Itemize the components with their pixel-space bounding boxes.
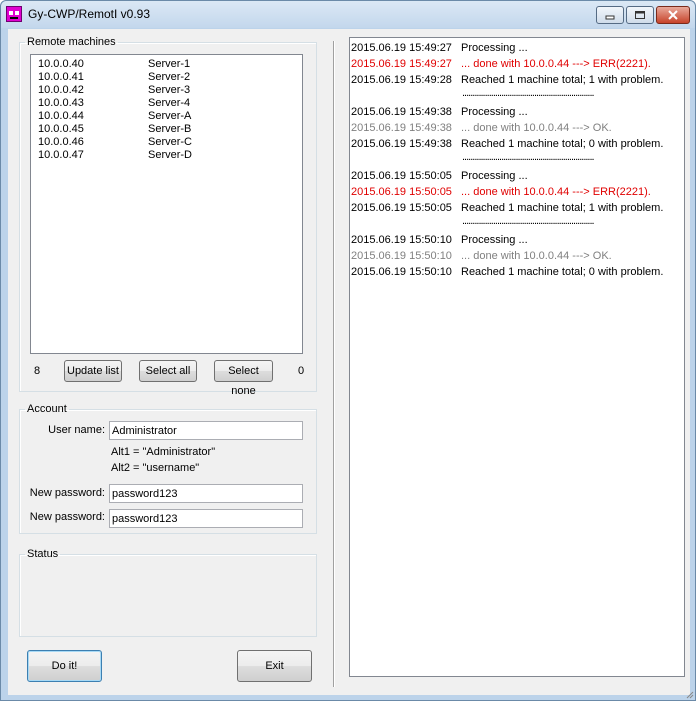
select-all-button[interactable]: Select all bbox=[139, 360, 197, 382]
log-message: ... done with 10.0.0.44 ---> OK. bbox=[461, 250, 612, 262]
close-icon bbox=[668, 10, 678, 20]
machine-name: Server-C bbox=[148, 136, 193, 148]
maximize-button[interactable] bbox=[626, 6, 654, 24]
resize-grip-icon[interactable] bbox=[684, 689, 694, 699]
log-message: Processing ... bbox=[461, 234, 528, 246]
list-item[interactable]: 10.0.0.40 Server-1 bbox=[38, 58, 298, 71]
update-list-button[interactable]: Update list bbox=[64, 360, 122, 382]
log-message: ... done with 10.0.0.44 ---> OK. bbox=[461, 122, 612, 134]
select-none-button[interactable]: Select none bbox=[214, 360, 273, 397]
machine-ip: 10.0.0.46 bbox=[38, 136, 84, 148]
log-message: Reached 1 machine total; 0 with problem. bbox=[461, 266, 664, 278]
machine-list[interactable]: 10.0.0.40 Server-1 10.0.0.41 Server-2 10.0.0… bbox=[30, 54, 303, 354]
status-group: Status bbox=[19, 548, 317, 637]
log-line: 2015.06.19 15:50:10 Processing ... bbox=[351, 233, 681, 247]
confirm-password-input[interactable] bbox=[109, 509, 303, 528]
app-icon[interactable] bbox=[6, 6, 22, 22]
log-line: 2015.06.19 15:50:10 Reached 1 machine tot… bbox=[351, 265, 681, 279]
machine-ip: 10.0.0.47 bbox=[38, 149, 84, 161]
exit-button[interactable]: Exit bbox=[237, 650, 312, 682]
log-line: 2015.06.19 15:49:38 Processing ... bbox=[351, 105, 681, 119]
log-timestamp: 2015.06.19 15:50:10 bbox=[351, 266, 452, 278]
machine-ip: 10.0.0.45 bbox=[38, 123, 84, 135]
log-line: 2015.06.19 15:49:28 Reached 1 machine tot… bbox=[351, 73, 681, 87]
list-item[interactable]: 10.0.0.43 Server-4 bbox=[38, 97, 298, 110]
log-message: Processing ... bbox=[461, 42, 528, 54]
close-button[interactable] bbox=[656, 6, 690, 24]
log-line: 2015.06.19 15:50:05 Reached 1 machine tot… bbox=[351, 201, 681, 215]
machine-name: Server-B bbox=[148, 123, 192, 135]
log-message: Processing ... bbox=[461, 106, 528, 118]
list-item[interactable]: 10.0.0.45 Server-B bbox=[38, 123, 298, 136]
log-output[interactable]: 2015.06.19 15:49:27 Processing ... 2015.06… bbox=[349, 37, 685, 677]
list-item[interactable]: 10.0.0.41 Server-2 bbox=[38, 71, 298, 84]
pane-separator bbox=[333, 41, 335, 687]
list-item[interactable]: 10.0.0.47 Server-D bbox=[38, 149, 298, 162]
log-line: 2015.06.19 15:50:05 Processing ... bbox=[351, 169, 681, 183]
log-line: 2015.06.19 15:50:05 ... done with 10.0.0.… bbox=[351, 185, 681, 199]
minimize-button[interactable] bbox=[596, 6, 624, 24]
log-timestamp: 2015.06.19 15:49:27 bbox=[351, 42, 452, 54]
log-message: Reached 1 machine total; 1 with problem. bbox=[461, 202, 664, 214]
minimize-icon bbox=[605, 15, 615, 20]
client-area: Remote machines 10.0.0.40 Server-1 10.0.0.… bbox=[8, 29, 690, 695]
alt2-text: Alt2 = "username" bbox=[111, 462, 200, 474]
log-line: 2015.06.19 15:49:27 Processing ... bbox=[351, 41, 681, 55]
list-item[interactable]: 10.0.0.46 Server-C bbox=[38, 136, 298, 149]
log-timestamp: 2015.06.19 15:49:38 bbox=[351, 122, 452, 134]
log-timestamp: 2015.06.19 15:50:05 bbox=[351, 170, 452, 182]
total-count: 8 bbox=[34, 365, 41, 377]
log-separator: ........................................… bbox=[462, 87, 595, 99]
log-line: 2015.06.19 15:49:27 ... done with 10.0.0.… bbox=[351, 57, 681, 71]
log-timestamp: 2015.06.19 15:49:28 bbox=[351, 74, 452, 86]
app-window: Gy-CWP/RemotI v0.93 Remote machines 10.0… bbox=[0, 0, 696, 701]
log-line: 2015.06.19 15:49:38 Reached 1 machine tot… bbox=[351, 137, 681, 151]
selected-count: 0 bbox=[298, 365, 305, 377]
new-password-label: New password: bbox=[29, 487, 105, 499]
account-legend: Account bbox=[27, 403, 67, 415]
log-timestamp: 2015.06.19 15:50:05 bbox=[351, 202, 452, 214]
machine-ip: 10.0.0.41 bbox=[38, 71, 84, 83]
log-message: Reached 1 machine total; 0 with problem. bbox=[461, 138, 664, 150]
log-timestamp: 2015.06.19 15:49:38 bbox=[351, 106, 452, 118]
log-separator: ........................................… bbox=[462, 215, 595, 227]
alt1-text: Alt1 = "Administrator" bbox=[111, 446, 216, 458]
machine-ip: 10.0.0.40 bbox=[38, 58, 84, 70]
machine-name: Server-3 bbox=[148, 84, 191, 96]
log-separator: ........................................… bbox=[462, 151, 595, 163]
window-title: Gy-CWP/RemotI v0.93 bbox=[28, 7, 151, 21]
do-it-button[interactable]: Do it! bbox=[27, 650, 102, 682]
log-message: ... done with 10.0.0.44 ---> ERR(2221). bbox=[461, 58, 651, 70]
maximize-icon bbox=[635, 11, 645, 19]
log-message: Reached 1 machine total; 1 with problem. bbox=[461, 74, 664, 86]
log-timestamp: 2015.06.19 15:50:05 bbox=[351, 186, 452, 198]
confirm-password-label: New password: bbox=[29, 511, 105, 523]
user-name-label: User name: bbox=[48, 424, 105, 436]
machine-ip: 10.0.0.44 bbox=[38, 110, 84, 122]
machine-name: Server-D bbox=[148, 149, 193, 161]
log-timestamp: 2015.06.19 15:50:10 bbox=[351, 250, 452, 262]
machine-name: Server-1 bbox=[148, 58, 191, 70]
log-message: ... done with 10.0.0.44 ---> ERR(2221). bbox=[461, 186, 651, 198]
log-timestamp: 2015.06.19 15:50:10 bbox=[351, 234, 452, 246]
log-line: 2015.06.19 15:49:38 ... done with 10.0.0.… bbox=[351, 121, 681, 135]
machine-name: Server-2 bbox=[148, 71, 191, 83]
machine-ip: 10.0.0.42 bbox=[38, 84, 84, 96]
machine-name: Server-A bbox=[148, 110, 192, 122]
list-item[interactable]: 10.0.0.44 Server-A bbox=[38, 110, 298, 123]
machine-name: Server-4 bbox=[148, 97, 191, 109]
new-password-input[interactable] bbox=[109, 484, 303, 503]
title-bar[interactable]: Gy-CWP/RemotI v0.93 bbox=[1, 1, 695, 28]
log-timestamp: 2015.06.19 15:49:38 bbox=[351, 138, 452, 150]
log-line: 2015.06.19 15:50:10 ... done with 10.0.0.… bbox=[351, 249, 681, 263]
list-item[interactable]: 10.0.0.42 Server-3 bbox=[38, 84, 298, 97]
user-name-input[interactable] bbox=[109, 421, 303, 440]
log-timestamp: 2015.06.19 15:49:27 bbox=[351, 58, 452, 70]
log-message: Processing ... bbox=[461, 170, 528, 182]
status-legend: Status bbox=[27, 548, 59, 560]
remote-machines-legend: Remote machines bbox=[27, 36, 116, 48]
machine-ip: 10.0.0.43 bbox=[38, 97, 84, 109]
